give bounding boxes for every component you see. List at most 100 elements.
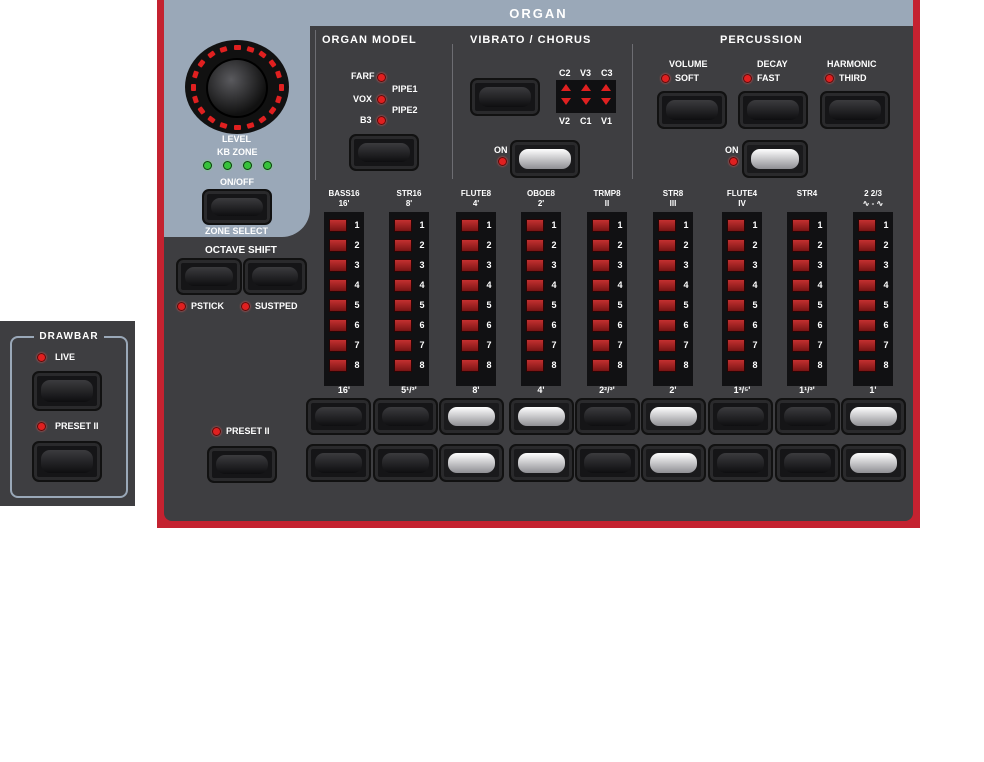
drawbar-step[interactable] [394, 239, 412, 252]
drawbar-step[interactable] [329, 279, 347, 292]
drawbar-step[interactable] [658, 219, 676, 232]
drawbar-step[interactable] [329, 359, 347, 372]
drawbar-step[interactable] [526, 299, 544, 312]
drawbar-lower-button[interactable] [775, 444, 840, 482]
drawbar-upper-button[interactable] [373, 398, 438, 435]
drawbar-step[interactable] [461, 239, 479, 252]
drawbar-step[interactable] [394, 259, 412, 272]
drawbar-upper-button[interactable] [509, 398, 574, 435]
percussion-volume-button[interactable] [657, 91, 727, 129]
live-button[interactable] [32, 371, 102, 411]
drawbar-step[interactable] [792, 359, 810, 372]
drawbar-step[interactable] [658, 339, 676, 352]
drawbar-lower-button[interactable] [841, 444, 906, 482]
drawbar-step[interactable] [658, 299, 676, 312]
drawbar-step[interactable] [329, 239, 347, 252]
drawbar-step[interactable] [592, 359, 610, 372]
drawbar-step[interactable] [858, 219, 876, 232]
drawbar-step[interactable] [792, 319, 810, 332]
drawbar-step[interactable] [526, 279, 544, 292]
drawbar-lower-button[interactable] [708, 444, 773, 482]
drawbar-step[interactable] [727, 219, 745, 232]
percussion-decay-button[interactable] [738, 91, 808, 129]
drawbar-step[interactable] [592, 259, 610, 272]
zone-select-button[interactable] [202, 189, 272, 225]
drawbar-step[interactable] [727, 259, 745, 272]
drawbar-step[interactable] [461, 259, 479, 272]
percussion-harmonic-button[interactable] [820, 91, 890, 129]
drawbar-upper-button[interactable] [708, 398, 773, 435]
drawbar-step[interactable] [329, 319, 347, 332]
drawbar-lower-button[interactable] [641, 444, 706, 482]
drawbar-step[interactable] [526, 259, 544, 272]
drawbar-step[interactable] [461, 299, 479, 312]
drawbar-step[interactable] [858, 339, 876, 352]
drawbar-step[interactable] [394, 339, 412, 352]
drawbar-step[interactable] [858, 319, 876, 332]
octave-down-button[interactable] [176, 258, 242, 295]
drawbar-step[interactable] [792, 279, 810, 292]
drawbar-lower-button[interactable] [509, 444, 574, 482]
drawbar-step[interactable] [394, 279, 412, 292]
drawbar-step[interactable] [658, 359, 676, 372]
level-knob[interactable] [206, 58, 268, 118]
drawbar-step[interactable] [461, 219, 479, 232]
vibrato-select-button[interactable] [470, 78, 540, 116]
drawbar-step[interactable] [858, 239, 876, 252]
drawbar-step[interactable] [658, 319, 676, 332]
vibrato-on-button[interactable] [510, 140, 580, 178]
drawbar-step[interactable] [658, 279, 676, 292]
drawbar-upper-button[interactable] [306, 398, 371, 435]
drawbar-step[interactable] [727, 339, 745, 352]
drawbar-upper-button[interactable] [439, 398, 504, 435]
drawbar-step[interactable] [526, 319, 544, 332]
drawbar-upper-button[interactable] [641, 398, 706, 435]
drawbar-step[interactable] [792, 219, 810, 232]
drawbar-step[interactable] [329, 219, 347, 232]
drawbar-step[interactable] [592, 299, 610, 312]
drawbar-step[interactable] [592, 339, 610, 352]
drawbar-step[interactable] [526, 219, 544, 232]
drawbar-lower-button[interactable] [373, 444, 438, 482]
drawbar-step[interactable] [394, 359, 412, 372]
drawbar-step[interactable] [526, 339, 544, 352]
drawbar-step[interactable] [727, 279, 745, 292]
drawbar-step[interactable] [592, 279, 610, 292]
drawbar-step[interactable] [658, 239, 676, 252]
drawbar-step[interactable] [592, 319, 610, 332]
drawbar-step[interactable] [329, 339, 347, 352]
drawbar-step[interactable] [792, 259, 810, 272]
drawbar-step[interactable] [394, 219, 412, 232]
organ-preset-ii-button[interactable] [207, 446, 277, 483]
drawbar-lower-button[interactable] [575, 444, 640, 482]
drawbar-step[interactable] [727, 239, 745, 252]
drawbar-step[interactable] [329, 299, 347, 312]
drawbar-step[interactable] [461, 319, 479, 332]
preset-ii-button[interactable] [32, 441, 102, 482]
drawbar-step[interactable] [526, 239, 544, 252]
drawbar-upper-button[interactable] [841, 398, 906, 435]
drawbar-step[interactable] [792, 239, 810, 252]
drawbar-lower-button[interactable] [306, 444, 371, 482]
drawbar-step[interactable] [526, 359, 544, 372]
drawbar-step[interactable] [858, 279, 876, 292]
drawbar-lower-button[interactable] [439, 444, 504, 482]
drawbar-step[interactable] [727, 299, 745, 312]
drawbar-upper-button[interactable] [775, 398, 840, 435]
drawbar-step[interactable] [858, 359, 876, 372]
drawbar-step[interactable] [858, 259, 876, 272]
drawbar-step[interactable] [461, 279, 479, 292]
drawbar-step[interactable] [394, 299, 412, 312]
drawbar-step[interactable] [727, 319, 745, 332]
drawbar-step[interactable] [329, 259, 347, 272]
drawbar-step[interactable] [592, 219, 610, 232]
drawbar-step[interactable] [461, 339, 479, 352]
drawbar-step[interactable] [792, 299, 810, 312]
drawbar-step[interactable] [461, 359, 479, 372]
drawbar-step[interactable] [658, 259, 676, 272]
drawbar-step[interactable] [727, 359, 745, 372]
drawbar-upper-button[interactable] [575, 398, 640, 435]
drawbar-step[interactable] [394, 319, 412, 332]
drawbar-step[interactable] [858, 299, 876, 312]
drawbar-step[interactable] [792, 339, 810, 352]
